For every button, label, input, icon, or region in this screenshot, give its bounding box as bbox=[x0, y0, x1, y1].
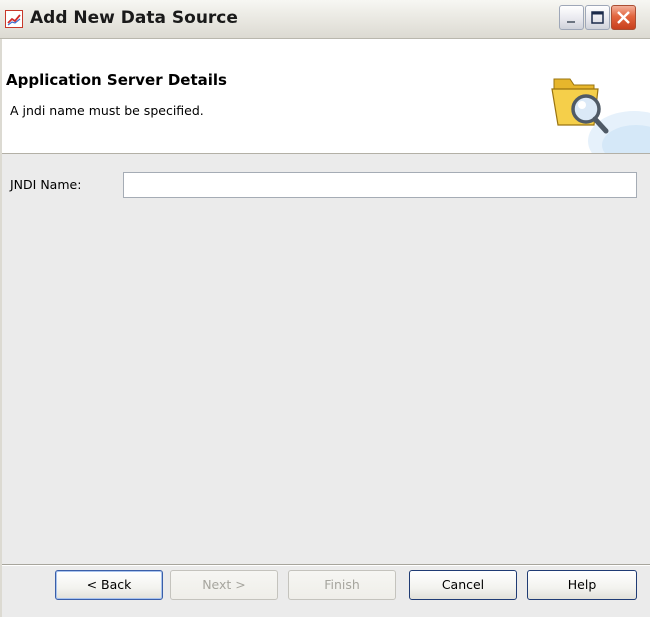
chart-app-icon bbox=[5, 10, 23, 28]
window-frame-left bbox=[0, 39, 2, 617]
jndi-name-label: JNDI Name: bbox=[10, 177, 82, 192]
header-title: Application Server Details bbox=[6, 71, 227, 89]
validation-message: A jndi name must be specified. bbox=[10, 103, 204, 118]
back-button[interactable]: < Back bbox=[55, 570, 163, 600]
close-button[interactable] bbox=[611, 5, 636, 30]
minimize-button[interactable] bbox=[559, 5, 584, 30]
next-button[interactable]: Next > bbox=[170, 570, 278, 600]
maximize-icon bbox=[591, 11, 604, 24]
cancel-button[interactable]: Cancel bbox=[409, 570, 517, 600]
wizard-header: Application Server Details A jndi name m… bbox=[0, 39, 650, 154]
help-button[interactable]: Help bbox=[527, 570, 637, 600]
add-data-source-dialog: Add New Data Source Application Server D… bbox=[0, 0, 650, 617]
close-icon bbox=[617, 11, 630, 24]
finish-button[interactable]: Finish bbox=[288, 570, 396, 600]
form-panel: JNDI Name: bbox=[0, 154, 650, 564]
window-title: Add New Data Source bbox=[30, 8, 238, 28]
wizard-button-bar: < Back Next > Finish Cancel Help bbox=[0, 566, 650, 617]
maximize-button[interactable] bbox=[585, 5, 610, 30]
jndi-name-input[interactable] bbox=[123, 172, 637, 198]
folder-search-icon bbox=[551, 78, 650, 153]
minimize-icon bbox=[567, 21, 575, 23]
title-bar[interactable]: Add New Data Source bbox=[0, 0, 650, 39]
